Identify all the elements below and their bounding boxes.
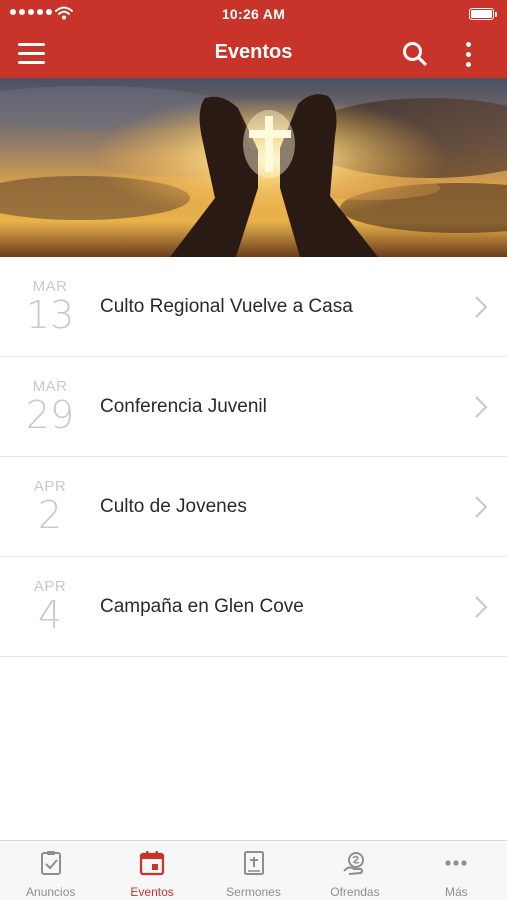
status-time: 10:26 AM [221, 6, 286, 22]
event-date: MAR 29 [10, 379, 90, 437]
event-date: APR 4 [10, 579, 90, 637]
event-date: APR 2 [10, 479, 90, 537]
tab-sermones[interactable]: Sermones [203, 841, 304, 900]
tab-ofrendas[interactable]: Ofrendas [304, 841, 405, 900]
event-title: Conferencia Juvenil [100, 396, 267, 417]
event-title: Culto Regional Vuelve a Casa [100, 296, 353, 317]
tab-label: Sermones [226, 885, 281, 899]
nav-bar: Eventos [0, 28, 507, 78]
status-bar: 10:26 AM [0, 0, 507, 28]
chevron-right-icon [475, 396, 488, 418]
chevron-right-icon [475, 296, 488, 318]
clipboard-check-icon [40, 851, 61, 875]
event-title: Campaña en Glen Cove [100, 596, 304, 617]
tab-bar: Anuncios Eventos Sermones Ofrendas Más [0, 840, 507, 900]
more-dots-icon [445, 860, 467, 866]
hero-image [0, 78, 507, 257]
event-day: 13 [25, 293, 75, 337]
event-row[interactable]: MAR 29 Conferencia Juvenil [0, 357, 507, 457]
tab-label: Anuncios [26, 885, 76, 899]
event-day: 4 [37, 593, 63, 637]
bible-icon [243, 851, 264, 875]
page-title: Eventos [214, 41, 293, 63]
tab-label: Ofrendas [330, 885, 380, 899]
event-row[interactable]: APR 2 Culto de Jovenes [0, 457, 507, 557]
offering-hand-icon [343, 852, 364, 875]
chevron-right-icon [475, 496, 488, 518]
tab-label: Más [444, 885, 468, 899]
vertical-ellipsis-icon[interactable] [455, 38, 481, 70]
tab-eventos[interactable]: Eventos [101, 841, 202, 900]
event-title: Culto de Jovenes [100, 496, 247, 517]
tab-anuncios[interactable]: Anuncios [0, 841, 101, 900]
tab-label: Eventos [130, 885, 174, 899]
battery-full-icon [469, 8, 497, 20]
hands-cross-illustration [0, 78, 507, 257]
calendar-icon [140, 851, 165, 876]
tab-mas[interactable]: Más [406, 841, 507, 900]
event-row[interactable]: MAR 13 Culto Regional Vuelve a Casa [0, 257, 507, 357]
event-list: MAR 13 Culto Regional Vuelve a Casa MAR … [0, 257, 507, 657]
event-date: MAR 13 [10, 279, 90, 337]
event-day: 29 [25, 393, 75, 437]
event-row[interactable]: APR 4 Campaña en Glen Cove [0, 557, 507, 657]
event-day: 2 [37, 493, 63, 537]
search-icon[interactable] [400, 39, 430, 69]
chevron-right-icon [475, 596, 488, 618]
